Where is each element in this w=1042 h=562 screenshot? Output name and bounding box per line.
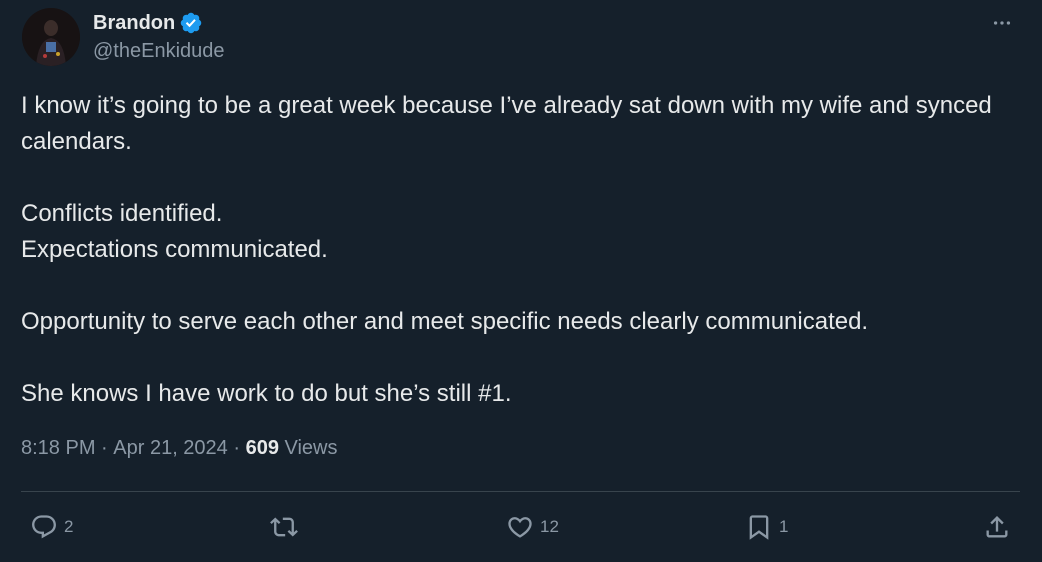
share-icon (983, 513, 1011, 541)
author-handle[interactable]: @theEnkidude (93, 40, 225, 63)
share-button[interactable] (983, 507, 1011, 547)
retweet-icon (270, 513, 298, 541)
verified-badge-icon (179, 11, 203, 35)
tweet-paragraph: I know it’s going to be a great week bec… (21, 92, 992, 155)
like-count: 12 (540, 517, 559, 536)
bookmark-count: 1 (779, 517, 789, 536)
reply-count: 2 (64, 517, 74, 536)
bookmark-button[interactable]: 1 (745, 507, 788, 547)
tweet-paragraph: Opportunity to serve each other and meet… (21, 308, 869, 335)
tweet-text: I know it’s going to be a great week bec… (21, 88, 1021, 412)
meta-separator: · (227, 437, 246, 459)
tweet-paragraph: She knows I have work to do but she’s st… (21, 380, 512, 407)
meta-separator: · (95, 437, 114, 459)
like-button[interactable]: 12 (506, 507, 559, 547)
retweet-button[interactable] (270, 507, 304, 547)
action-bar: 2 12 1 (0, 507, 1042, 547)
tweet-paragraph-text: Conflicts identified. Expectations commu… (21, 200, 328, 263)
avatar[interactable] (22, 8, 80, 66)
views-count[interactable]: 609 (246, 437, 279, 460)
more-dots-icon[interactable] (984, 8, 1020, 38)
reply-icon (30, 513, 58, 541)
tweet-date[interactable]: Apr 21, 2024 (113, 437, 228, 460)
heart-icon (506, 513, 534, 541)
views-label: Views (278, 437, 338, 459)
tweet-time[interactable]: 8:18 PM (21, 437, 95, 460)
tweet-paragraph: Conflicts identified. Expectations commu… (21, 196, 1021, 268)
display-name[interactable]: Brandon (93, 12, 175, 35)
author-name-row: Brandon (93, 10, 203, 36)
divider (21, 491, 1020, 492)
tweet: Brandon @theEnkidude I know it’s going t… (0, 0, 1042, 562)
bookmark-icon (745, 513, 773, 541)
reply-button[interactable]: 2 (30, 507, 73, 547)
tweet-metadata: 8:18 PM · Apr 21, 2024 · 609 Views (21, 437, 338, 460)
